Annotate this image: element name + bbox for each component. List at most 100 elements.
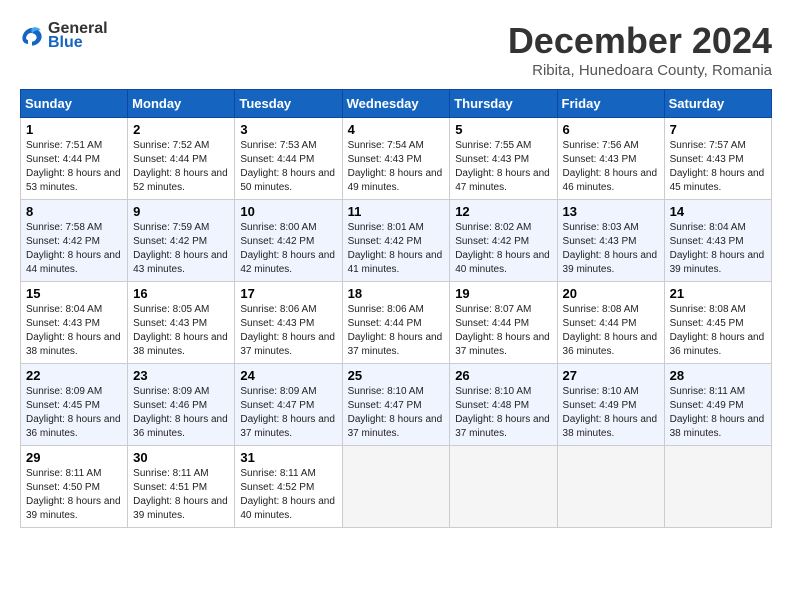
table-row: 18 Sunrise: 8:06 AMSunset: 4:44 PMDaylig… (342, 282, 450, 364)
table-row: 23 Sunrise: 8:09 AMSunset: 4:46 PMDaylig… (128, 364, 235, 446)
calendar-week-row: 22 Sunrise: 8:09 AMSunset: 4:45 PMDaylig… (21, 364, 772, 446)
table-row: 29 Sunrise: 8:11 AMSunset: 4:50 PMDaylig… (21, 446, 128, 528)
day-number: 20 (563, 286, 659, 301)
day-number: 9 (133, 204, 229, 219)
day-number: 16 (133, 286, 229, 301)
day-info: Sunrise: 8:11 AMSunset: 4:50 PMDaylight:… (26, 468, 121, 521)
calendar-week-row: 8 Sunrise: 7:58 AMSunset: 4:42 PMDayligh… (21, 200, 772, 282)
table-row: 13 Sunrise: 8:03 AMSunset: 4:43 PMDaylig… (557, 200, 664, 282)
day-number: 12 (455, 204, 551, 219)
calendar-table: Sunday Monday Tuesday Wednesday Thursday… (20, 89, 772, 528)
day-number: 4 (348, 122, 445, 137)
day-number: 31 (240, 450, 336, 465)
day-info: Sunrise: 8:08 AMSunset: 4:44 PMDaylight:… (563, 304, 658, 357)
table-row: 30 Sunrise: 8:11 AMSunset: 4:51 PMDaylig… (128, 446, 235, 528)
table-row: 11 Sunrise: 8:01 AMSunset: 4:42 PMDaylig… (342, 200, 450, 282)
day-number: 18 (348, 286, 445, 301)
table-row: 4 Sunrise: 7:54 AMSunset: 4:43 PMDayligh… (342, 118, 450, 200)
table-row: 6 Sunrise: 7:56 AMSunset: 4:43 PMDayligh… (557, 118, 664, 200)
col-monday: Monday (128, 90, 235, 118)
calendar-week-row: 29 Sunrise: 8:11 AMSunset: 4:50 PMDaylig… (21, 446, 772, 528)
day-number: 5 (455, 122, 551, 137)
day-number: 26 (455, 368, 551, 383)
day-info: Sunrise: 8:06 AMSunset: 4:43 PMDaylight:… (240, 304, 335, 357)
day-number: 14 (670, 204, 766, 219)
day-info: Sunrise: 8:07 AMSunset: 4:44 PMDaylight:… (455, 304, 550, 357)
table-row: 14 Sunrise: 8:04 AMSunset: 4:43 PMDaylig… (664, 200, 771, 282)
day-number: 28 (670, 368, 766, 383)
calendar-week-row: 1 Sunrise: 7:51 AMSunset: 4:44 PMDayligh… (21, 118, 772, 200)
day-number: 19 (455, 286, 551, 301)
day-info: Sunrise: 8:05 AMSunset: 4:43 PMDaylight:… (133, 304, 228, 357)
table-row: 12 Sunrise: 8:02 AMSunset: 4:42 PMDaylig… (450, 200, 557, 282)
day-info: Sunrise: 7:57 AMSunset: 4:43 PMDaylight:… (670, 140, 765, 193)
day-info: Sunrise: 7:56 AMSunset: 4:43 PMDaylight:… (563, 140, 658, 193)
table-row: 7 Sunrise: 7:57 AMSunset: 4:43 PMDayligh… (664, 118, 771, 200)
day-info: Sunrise: 7:54 AMSunset: 4:43 PMDaylight:… (348, 140, 443, 193)
day-number: 29 (26, 450, 122, 465)
table-row: 3 Sunrise: 7:53 AMSunset: 4:44 PMDayligh… (235, 118, 342, 200)
day-number: 22 (26, 368, 122, 383)
col-sunday: Sunday (21, 90, 128, 118)
table-row: 8 Sunrise: 7:58 AMSunset: 4:42 PMDayligh… (21, 200, 128, 282)
table-row: 2 Sunrise: 7:52 AMSunset: 4:44 PMDayligh… (128, 118, 235, 200)
day-info: Sunrise: 7:55 AMSunset: 4:43 PMDaylight:… (455, 140, 550, 193)
table-row: 25 Sunrise: 8:10 AMSunset: 4:47 PMDaylig… (342, 364, 450, 446)
day-info: Sunrise: 8:11 AMSunset: 4:49 PMDaylight:… (670, 386, 765, 439)
table-row: 31 Sunrise: 8:11 AMSunset: 4:52 PMDaylig… (235, 446, 342, 528)
calendar-week-row: 15 Sunrise: 8:04 AMSunset: 4:43 PMDaylig… (21, 282, 772, 364)
day-number: 2 (133, 122, 229, 137)
table-row: 10 Sunrise: 8:00 AMSunset: 4:42 PMDaylig… (235, 200, 342, 282)
day-info: Sunrise: 8:04 AMSunset: 4:43 PMDaylight:… (26, 304, 121, 357)
logo-text: General Blue (48, 20, 108, 52)
col-tuesday: Tuesday (235, 90, 342, 118)
day-info: Sunrise: 8:02 AMSunset: 4:42 PMDaylight:… (455, 222, 550, 275)
table-row: 16 Sunrise: 8:05 AMSunset: 4:43 PMDaylig… (128, 282, 235, 364)
day-number: 25 (348, 368, 445, 383)
day-number: 21 (670, 286, 766, 301)
table-row: 22 Sunrise: 8:09 AMSunset: 4:45 PMDaylig… (21, 364, 128, 446)
location: Ribita, Hunedoara County, Romania (508, 62, 772, 79)
month-title: December 2024 (508, 20, 772, 62)
day-number: 17 (240, 286, 336, 301)
day-number: 7 (670, 122, 766, 137)
day-info: Sunrise: 8:10 AMSunset: 4:48 PMDaylight:… (455, 386, 550, 439)
day-info: Sunrise: 8:09 AMSunset: 4:46 PMDaylight:… (133, 386, 228, 439)
col-saturday: Saturday (664, 90, 771, 118)
page-header: General Blue December 2024 Ribita, Huned… (20, 20, 772, 79)
col-friday: Friday (557, 90, 664, 118)
table-row (557, 446, 664, 528)
logo-bird-icon (20, 24, 44, 48)
day-info: Sunrise: 8:06 AMSunset: 4:44 PMDaylight:… (348, 304, 443, 357)
day-number: 30 (133, 450, 229, 465)
table-row: 24 Sunrise: 8:09 AMSunset: 4:47 PMDaylig… (235, 364, 342, 446)
table-row: 17 Sunrise: 8:06 AMSunset: 4:43 PMDaylig… (235, 282, 342, 364)
table-row: 26 Sunrise: 8:10 AMSunset: 4:48 PMDaylig… (450, 364, 557, 446)
table-row: 21 Sunrise: 8:08 AMSunset: 4:45 PMDaylig… (664, 282, 771, 364)
day-number: 24 (240, 368, 336, 383)
day-info: Sunrise: 8:09 AMSunset: 4:45 PMDaylight:… (26, 386, 121, 439)
day-number: 13 (563, 204, 659, 219)
table-row (664, 446, 771, 528)
day-info: Sunrise: 8:11 AMSunset: 4:52 PMDaylight:… (240, 468, 335, 521)
day-number: 3 (240, 122, 336, 137)
day-info: Sunrise: 8:11 AMSunset: 4:51 PMDaylight:… (133, 468, 228, 521)
day-info: Sunrise: 7:52 AMSunset: 4:44 PMDaylight:… (133, 140, 228, 193)
table-row (450, 446, 557, 528)
table-row: 5 Sunrise: 7:55 AMSunset: 4:43 PMDayligh… (450, 118, 557, 200)
day-info: Sunrise: 8:03 AMSunset: 4:43 PMDaylight:… (563, 222, 658, 275)
table-row: 27 Sunrise: 8:10 AMSunset: 4:49 PMDaylig… (557, 364, 664, 446)
day-info: Sunrise: 7:51 AMSunset: 4:44 PMDaylight:… (26, 140, 121, 193)
table-row: 9 Sunrise: 7:59 AMSunset: 4:42 PMDayligh… (128, 200, 235, 282)
day-info: Sunrise: 7:53 AMSunset: 4:44 PMDaylight:… (240, 140, 335, 193)
col-thursday: Thursday (450, 90, 557, 118)
day-number: 6 (563, 122, 659, 137)
table-row: 1 Sunrise: 7:51 AMSunset: 4:44 PMDayligh… (21, 118, 128, 200)
day-number: 27 (563, 368, 659, 383)
day-info: Sunrise: 8:10 AMSunset: 4:49 PMDaylight:… (563, 386, 658, 439)
day-info: Sunrise: 8:00 AMSunset: 4:42 PMDaylight:… (240, 222, 335, 275)
day-info: Sunrise: 7:59 AMSunset: 4:42 PMDaylight:… (133, 222, 228, 275)
day-number: 23 (133, 368, 229, 383)
table-row (342, 446, 450, 528)
table-row: 15 Sunrise: 8:04 AMSunset: 4:43 PMDaylig… (21, 282, 128, 364)
